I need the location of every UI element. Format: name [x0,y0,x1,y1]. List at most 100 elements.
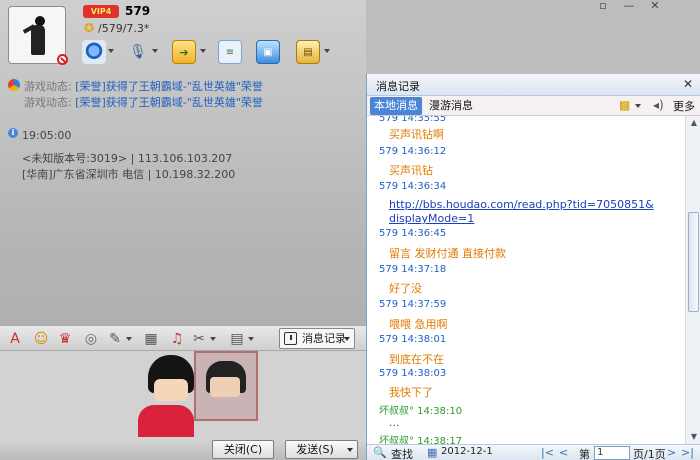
history-tabs: 本地消息 漫游消息 ▩ ◂) 更多 [367,96,700,116]
date-picker[interactable]: 2012-12-1 [441,446,493,457]
transfer-file-dropdown-icon[interactable] [200,49,206,53]
message-header: 579 14:36:12 [379,146,447,157]
info-icon: i [8,128,18,138]
history-footer: 🔍 查找 ▦ 2012-12-1 |< < 第 1 页/1页 > >| [367,444,700,460]
video-call-dropdown-icon[interactable] [108,49,114,53]
send-sms-icon[interactable]: ≡ [218,40,242,64]
tab-roaming-messages[interactable]: 漫游消息 [425,97,477,115]
graffiti-icon[interactable]: ✎ [106,330,124,348]
client-version-ip: <未知版本号:3019> | 113.106.103.207 [22,152,233,165]
bottom-action-bar: 关闭(C) 发送(S) [0,437,366,460]
font-icon[interactable]: A [6,330,24,348]
history-scrollbar[interactable]: ▲ ▼ [685,116,700,444]
transfer-file-icon[interactable]: ➔ [172,40,196,64]
page-total: 页/1页 [633,448,666,460]
calendar-icon[interactable]: ▤ [228,330,246,348]
voice-call-icon[interactable]: 🎙 [126,40,150,64]
message-header: 579 14:36:45 [379,228,447,239]
message-body: 买声讯钻 [389,164,433,177]
page-number-input[interactable]: 1 [594,446,630,460]
message-history-panel: 消息记录 ✕ 本地消息 漫游消息 ▩ ◂) 更多 579 14:35:55 买声… [366,74,700,460]
shake-window-icon[interactable]: ◎ [82,330,100,348]
magic-emoji-icon[interactable]: ♛ [56,330,74,348]
page-label: 第 [579,448,590,460]
game-logo-icon [8,79,20,91]
format-toolbar: A ☺ ♛ ◎ ✎ ▦ ♫ ✂ ▤ 消息记录 [0,325,366,351]
message-header: 579 14:35:55 [379,116,447,124]
tab-local-messages[interactable]: 本地消息 [370,97,422,115]
location-ip: [华南]广东省深圳市 电信 | 10.198.32.200 [22,168,236,181]
history-tools-dropdown-icon[interactable] [635,104,641,108]
message-body: 买声讯钻啊 [389,128,444,141]
message-header: 579 14:37:18 [379,264,447,275]
history-header: 消息记录 ✕ [367,74,700,96]
message-history-button[interactable]: 消息记录 [279,328,355,349]
more-button[interactable]: 更多 [673,98,695,114]
app-menu-icon[interactable]: ▤ [296,40,320,64]
contact-signature: /579/7.3* [98,22,150,35]
message-header: 坏叔叔° 14:38:17 [379,436,463,444]
window-menu-button[interactable]: ▫ [592,0,614,14]
screenshot-scissors-icon[interactable]: ✂ [190,330,208,348]
search-button[interactable]: 查找 [391,446,413,460]
contact-nickname: 579 [125,4,151,18]
message-history-label: 消息记录 [302,332,346,345]
send-button[interactable]: 发送(S) [285,440,345,459]
next-page-icon[interactable]: > [667,446,676,459]
graffiti-dropdown-icon[interactable] [126,337,132,341]
search-icon[interactable]: 🔍 [373,446,387,459]
video-call-icon[interactable] [82,40,106,64]
first-page-icon[interactable]: |< [541,446,554,459]
message-body: 喂喂 急用啊 [389,318,448,331]
previous-page-icon[interactable]: < [559,446,568,459]
send-options-dropdown[interactable] [344,440,358,459]
app-menu-dropdown-icon[interactable] [324,49,330,53]
game-feed-item: 游戏动态: [荣誉]获得了王朝霸域-"乱世英雄"荣誉 [8,78,263,94]
calendar-icon[interactable]: ▦ [427,446,437,459]
message-body: 好了没 [389,282,422,295]
game-feed-label: 游戏动态: [24,80,72,93]
speaker-icon[interactable]: ◂) [653,98,664,112]
game-feed-text[interactable]: [荣誉]获得了王朝霸域-"乱世英雄"荣誉 [75,96,263,109]
game-feed-label: 游戏动态: [24,96,72,109]
cartoon-mirror-face [210,377,240,397]
message-input[interactable] [0,351,366,455]
star-level-icon[interactable]: ✪ [84,21,94,35]
calendar-dropdown-icon[interactable] [248,337,254,341]
minimize-button[interactable]: — [618,0,640,14]
message-header: 坏叔叔° 14:38:10 [379,406,463,417]
message-body: ... [389,416,400,429]
login-time: 19:05:00 [22,129,72,142]
scroll-down-icon[interactable]: ▼ [689,432,699,442]
emoji-icon[interactable]: ☺ [32,330,50,348]
window-close-button[interactable]: ✕ [644,0,666,14]
game-feed-item: 游戏动态: [荣誉]获得了王朝霸域-"乱世英雄"荣誉 [8,94,263,110]
do-not-disturb-icon [57,54,68,65]
game-feed-text[interactable]: [荣誉]获得了王朝霸域-"乱世英雄"荣誉 [75,80,263,93]
message-link[interactable]: http://bbs.houdao.com/read.php?tid=70508… [389,198,659,226]
cartoon-face [154,379,188,401]
message-body: 我快下了 [389,386,433,399]
history-message-list: 579 14:35:55 买声讯钻啊 579 14:36:12 买声讯钻 579… [367,116,685,444]
last-page-icon[interactable]: >| [681,446,694,459]
avatar-figure-body [31,25,45,55]
message-body: 留言 发财付通 直接付款 [389,247,506,260]
message-header: 579 14:38:01 [379,334,447,345]
history-close-icon[interactable]: ✕ [683,77,693,91]
message-header: 579 14:37:59 [379,299,447,310]
scroll-up-icon[interactable]: ▲ [689,118,699,128]
message-header: 579 14:36:34 [379,181,447,192]
chat-window: VIP4 579 ✪ /579/7.3* 🎙 ➔ ≡ ▣ ▤ 游戏动态: [荣誉… [0,0,366,460]
history-title: 消息记录 [376,80,420,93]
vip-badge[interactable]: VIP4 [83,5,119,18]
voice-call-dropdown-icon[interactable] [152,49,158,53]
screenshot-dropdown-icon[interactable] [210,337,216,341]
remote-assist-icon[interactable]: ▣ [256,40,280,64]
close-button[interactable]: 关闭(C) [212,440,274,459]
send-image-icon[interactable]: ▦ [142,330,160,348]
chevron-down-icon [344,337,350,341]
music-icon[interactable]: ♫ [168,330,186,348]
history-tools-icon[interactable]: ▩ [619,98,630,112]
message-body: 到底在不在 [389,353,444,366]
scrollbar-thumb[interactable] [688,212,699,312]
